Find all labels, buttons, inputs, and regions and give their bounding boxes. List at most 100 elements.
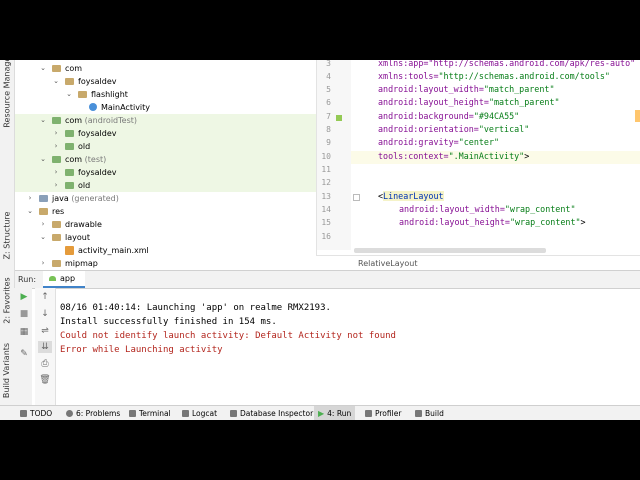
chevron-down-icon[interactable]: ⌄	[26, 205, 34, 218]
terminal-label: Terminal	[139, 409, 171, 418]
arrow-up-icon[interactable]: ↑	[38, 291, 52, 303]
favorites-tab[interactable]: 2: Favorites	[0, 275, 14, 325]
chevron-right-icon[interactable]: ›	[52, 179, 60, 192]
tree-item[interactable]: › old	[15, 140, 316, 153]
line-number: 5	[326, 85, 331, 94]
print-icon[interactable]: ⎙	[38, 358, 52, 370]
code-line: android:layout_width="wrap_content"	[399, 203, 640, 215]
resource-manager-label: Resource Manager	[2, 60, 12, 128]
chevron-right-icon[interactable]: ›	[39, 218, 47, 231]
code-line: xmlns:tools="http://schemas.android.com/…	[378, 70, 640, 82]
tree-item[interactable]: › java (generated)	[15, 192, 316, 205]
tree-item[interactable]: ⌄ com (test)	[15, 153, 316, 166]
folder-icon	[52, 117, 61, 124]
code-tag: LinearLayout	[383, 191, 444, 201]
tree-item-label: com (test)	[65, 153, 106, 166]
code-value: "vertical"	[478, 124, 530, 134]
fold-marker-icon[interactable]	[353, 194, 360, 201]
build-tab[interactable]: Build	[415, 406, 444, 420]
code-value: "wrap_content"	[509, 217, 581, 227]
folder-icon	[65, 143, 74, 150]
chevron-right-icon[interactable]: ›	[52, 166, 60, 179]
tree-item[interactable]: ⌄ res	[15, 205, 316, 218]
line-number: 7	[326, 112, 331, 121]
rerun-icon[interactable]: ▶	[17, 291, 31, 303]
folder-icon	[52, 260, 61, 267]
tree-item[interactable]: activity_main.xml	[15, 244, 316, 257]
tree-item[interactable]: ⌄ flashlight	[15, 88, 316, 101]
chevron-down-icon[interactable]: ⌄	[65, 88, 73, 101]
profiler-label: Profiler	[375, 409, 402, 418]
problems-tab[interactable]: 6: Problems	[66, 406, 120, 420]
breadcrumb-item[interactable]: RelativeLayout	[358, 259, 417, 268]
stop-icon[interactable]: ■	[17, 308, 31, 320]
favorites-label: 2: Favorites	[2, 276, 12, 324]
pin-icon[interactable]: ✎	[17, 348, 31, 360]
tree-item-label: layout	[65, 233, 90, 242]
tree-item[interactable]: › old	[15, 179, 316, 192]
chevron-down-icon[interactable]: ⌄	[39, 114, 47, 127]
chevron-right-icon[interactable]: ›	[52, 127, 60, 140]
code-attr: android:layout_width=	[399, 204, 505, 214]
arrow-down-icon[interactable]: ↓	[38, 308, 52, 320]
activity-class-icon	[89, 103, 97, 111]
folder-icon	[78, 91, 87, 98]
code-attr: android:layout_width=	[378, 84, 484, 94]
code-attr: xmlns:tools=	[378, 71, 439, 81]
chevron-down-icon[interactable]: ⌄	[39, 231, 47, 244]
folder-icon	[65, 169, 74, 176]
color-swatch-icon[interactable]	[336, 115, 342, 121]
tab-app[interactable]: app	[43, 271, 85, 288]
ide-window: Resource Manager Z: Structure 2: Favorit…	[0, 60, 640, 420]
tree-item-label: foysaldev	[78, 77, 117, 86]
logcat-tab[interactable]: Logcat	[182, 406, 217, 420]
chevron-down-icon[interactable]: ⌄	[39, 153, 47, 166]
trash-icon[interactable]: 🗑	[38, 374, 52, 386]
run-stripe: ▶ ■ ▦ ✎	[14, 288, 32, 405]
database-inspector-tab[interactable]: Database Inspector	[230, 406, 313, 420]
tree-item[interactable]: › mipmap	[15, 257, 316, 270]
terminal-tab[interactable]: Terminal	[129, 406, 171, 420]
scrollbar-thumb[interactable]	[635, 110, 640, 122]
folder-icon	[65, 78, 74, 85]
tree-item[interactable]: › foysaldev	[15, 127, 316, 140]
code-text: xmlns:app="http://schemas.android.com/ap…	[378, 60, 636, 68]
code-editor[interactable]: 3 4 5 6 7 8 9 10 11 12 13 14 15 16 xmlns…	[316, 60, 640, 270]
line-number: 13	[321, 192, 331, 201]
chevron-right-icon[interactable]: ›	[52, 140, 60, 153]
run-tab[interactable]: ▶ 4: Run	[314, 406, 356, 420]
tree-item[interactable]: MainActivity	[15, 101, 316, 114]
structure-tab[interactable]: Z: Structure	[0, 210, 14, 260]
code-line: android:layout_height="match_parent"	[378, 96, 640, 108]
chevron-right-icon[interactable]: ›	[39, 257, 47, 270]
tree-item[interactable]: ⌄ com (androidTest)	[15, 114, 316, 127]
profiler-tab[interactable]: Profiler	[365, 406, 401, 420]
chevron-right-icon[interactable]: ›	[26, 192, 34, 205]
chevron-down-icon[interactable]: ⌄	[52, 75, 60, 88]
tree-item-name: com	[65, 155, 83, 164]
editor-horizontal-scrollbar[interactable]	[354, 248, 546, 253]
soft-wrap-icon[interactable]: ⇌	[38, 325, 52, 337]
tree-item-label: foysaldev	[78, 129, 117, 138]
chevron-down-icon[interactable]: ⌄	[39, 62, 47, 75]
structure-label: Z: Structure	[2, 211, 12, 259]
tree-item[interactable]: › foysaldev	[15, 166, 316, 179]
tree-item[interactable]: › drawable	[15, 218, 316, 231]
tree-item[interactable]: ⌄ foysaldev	[15, 75, 316, 88]
code-attr: android:layout_height=	[378, 97, 489, 107]
line-number: 11	[321, 165, 331, 174]
layout-icon[interactable]: ▦	[17, 326, 31, 338]
tree-item-label: com	[65, 64, 83, 73]
tree-item[interactable]: ⌄ com	[15, 62, 316, 75]
todo-tab[interactable]: TODO	[20, 406, 52, 420]
code-attr: android:gravity=	[378, 137, 459, 147]
scroll-to-end-icon[interactable]: ⇊	[38, 341, 52, 353]
folder-icon	[52, 221, 61, 228]
line-number: 6	[326, 98, 331, 107]
tree-item[interactable]: ⌄ layout	[15, 231, 316, 244]
build-variants-tab[interactable]: Build Variants	[0, 340, 14, 400]
code-attr: android:background=	[378, 111, 474, 121]
code-value: "center"	[458, 137, 500, 147]
tree-item-label: flashlight	[91, 90, 128, 99]
resource-manager-tab[interactable]: Resource Manager	[0, 60, 14, 127]
